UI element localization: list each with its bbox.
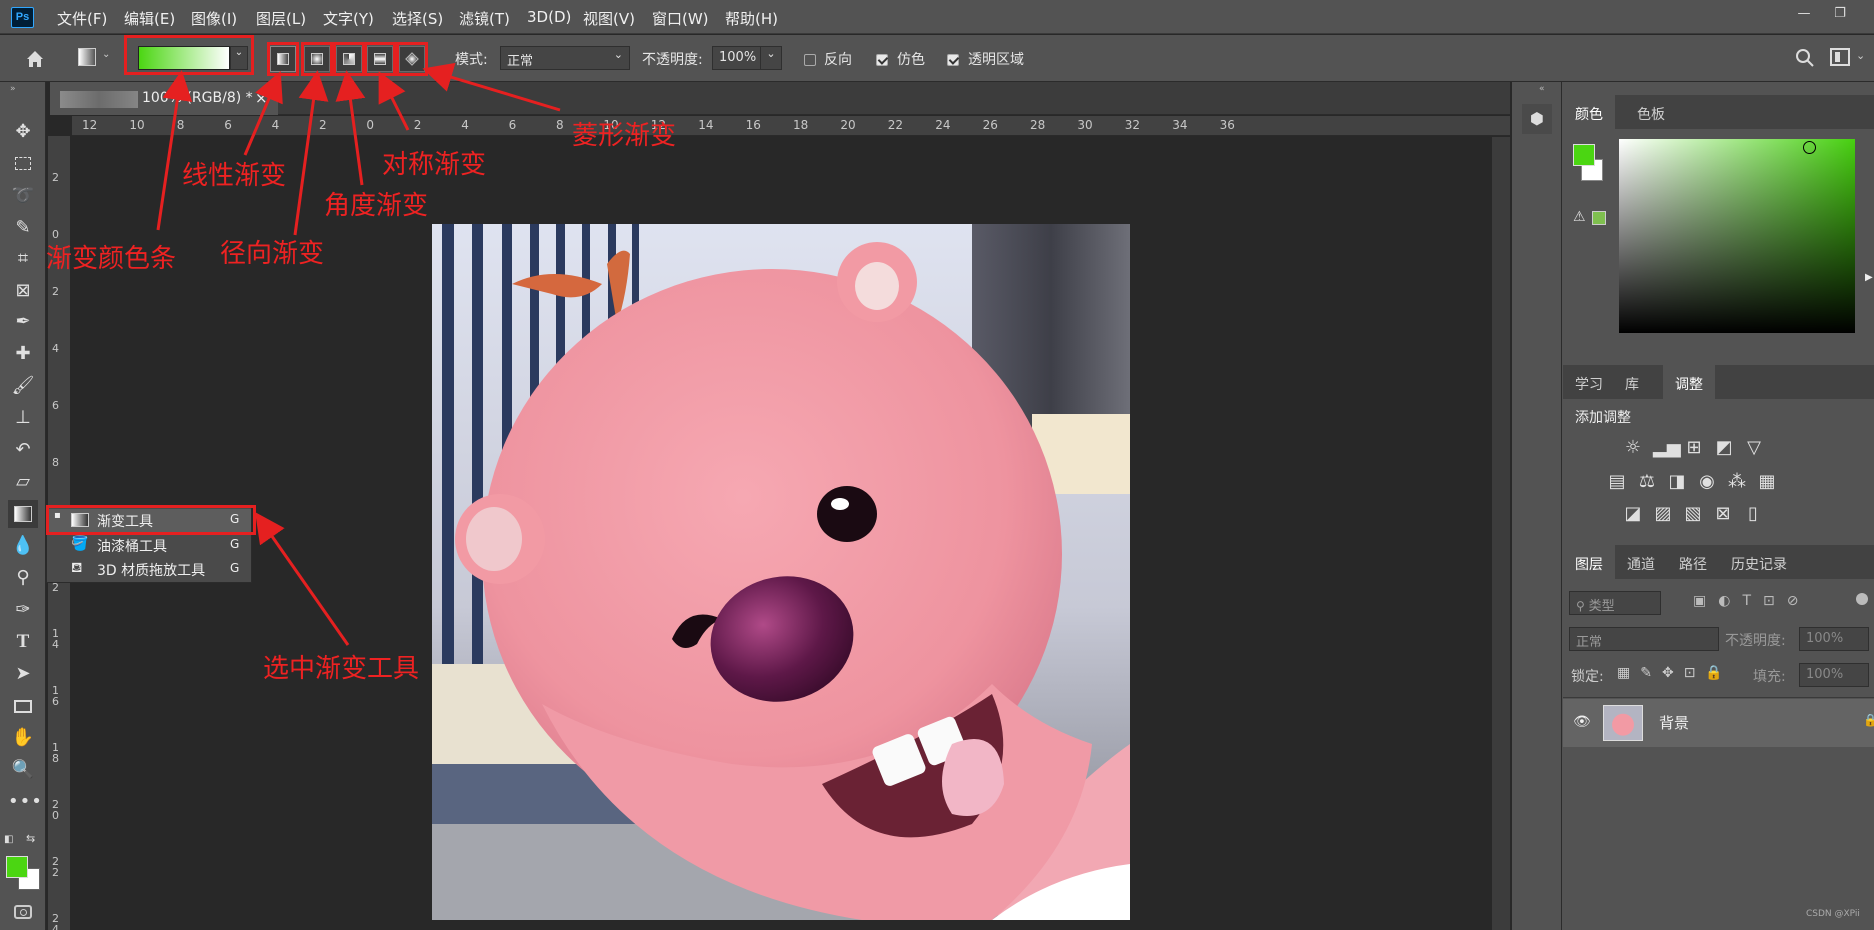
annotation-select-tool: 选中渐变工具 (263, 654, 420, 684)
annotation-linear: 线性渐变 (182, 161, 287, 191)
annotation-reflected: 对称渐变 (382, 150, 487, 180)
arrow-angle (335, 70, 366, 186)
annotation-arrows (156, 62, 561, 646)
arrow-select-tool (255, 512, 350, 646)
arrow-radial (293, 70, 329, 236)
annotation-angle: 角度渐变 (324, 191, 429, 221)
watermark: CSDN @XPii (1806, 909, 1860, 919)
arrow-reflected (378, 71, 410, 131)
annotation-gradient-bar: 渐变颜色条 (46, 244, 177, 274)
arrow-gradient-bar (156, 70, 193, 231)
annotation-diamond: 菱形渐变 (572, 121, 677, 151)
arrow-linear (243, 70, 283, 156)
photoshop-window: Ps 文件(F) 编辑(E) 图像(I) 图层(L) 文字(Y) 选择(S) 滤… (0, 0, 1874, 930)
annotation-radial: 径向渐变 (220, 239, 325, 269)
arrow-diamond (422, 62, 561, 112)
